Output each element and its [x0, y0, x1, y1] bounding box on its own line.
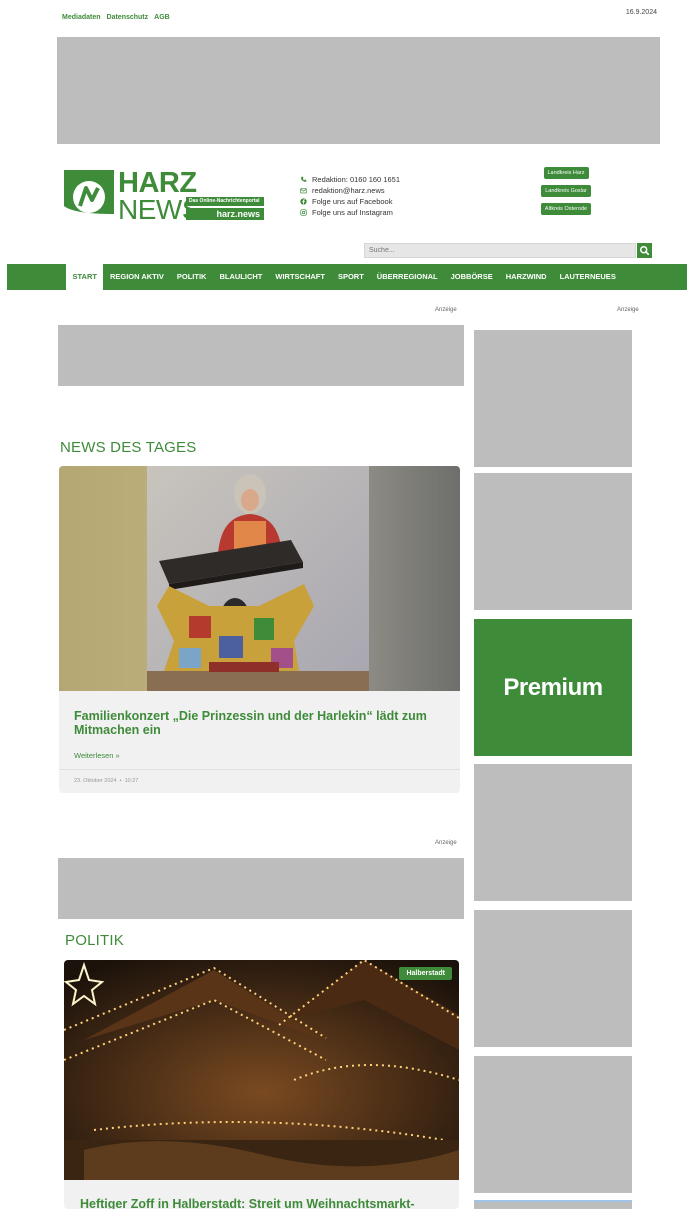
mail-icon [300, 188, 307, 194]
top-ad-banner[interactable] [57, 37, 660, 144]
sidebar-ad-label: Anzeige [617, 307, 639, 313]
nav-item-jobboerse[interactable]: JOBBÖRSE [444, 264, 499, 290]
read-more-link[interactable]: Weiterlesen » [74, 751, 120, 760]
facebook-icon [300, 198, 307, 205]
premium-banner[interactable]: Premium [474, 619, 632, 756]
nav-item-blaulicht[interactable]: BLAULICHT [213, 264, 269, 290]
contact-list: Redaktion: 0160 160 1651 redaktion@harz.… [300, 174, 400, 218]
ad-label-2: Anzeige [435, 840, 457, 846]
location-badge[interactable]: Halberstadt [399, 967, 452, 980]
contact-instagram[interactable]: Folge uns auf Instagram [300, 207, 400, 218]
featured-article-title[interactable]: Familienkonzert „Die Prinzessin und der … [74, 709, 439, 737]
main-nav: START REGION AKTIV POLITIK BLAULICHT WIR… [7, 264, 687, 290]
section-title-politik: POLITIK [65, 932, 124, 949]
sidebar-ad-4[interactable] [474, 910, 632, 1047]
featured-article-card[interactable]: Familienkonzert „Die Prinzessin und der … [59, 466, 460, 793]
sidebar-ad-5[interactable] [474, 1056, 632, 1193]
search-icon [639, 245, 650, 256]
sidebar-ad-6[interactable] [474, 1200, 632, 1209]
politik-article-card[interactable]: Halberstadt Heftiger Zoff in Halberstadt… [64, 960, 459, 1209]
nav-item-sport[interactable]: SPORT [331, 264, 370, 290]
agb-link[interactable]: AGB [154, 14, 170, 21]
region-button-osterode[interactable]: Altkreis Osterode [540, 203, 592, 215]
article-date: 23. Oktober 2024 [74, 778, 117, 784]
top-links: Mediadaten Datenschutz AGB [62, 14, 170, 21]
mediadaten-link[interactable]: Mediadaten [62, 14, 101, 21]
logo-tagline: Das Online-Nachrichtenportal [186, 197, 264, 206]
region-button-goslar[interactable]: Landkreis Goslar [541, 185, 591, 197]
contact-facebook-text: Folge uns auf Facebook [312, 197, 393, 206]
nav-item-lauterneues[interactable]: LAUTERNEUES [553, 264, 622, 290]
nav-item-region-aktiv[interactable]: REGION AKTIV [103, 264, 170, 290]
nav-item-harzwind[interactable]: HARZWIND [499, 264, 553, 290]
politik-article-image[interactable] [64, 960, 459, 1180]
search-input[interactable] [364, 243, 636, 258]
instagram-icon [300, 209, 307, 216]
nav-item-start[interactable]: START [66, 264, 104, 290]
site-logo[interactable]: HARZ NEWS Das Online-Nachrichtenportal h… [64, 167, 264, 225]
datenschutz-link[interactable]: Datenschutz [107, 14, 149, 21]
section-title-news-des-tages: NEWS DES TAGES [60, 439, 197, 456]
contact-mail-text: redaktion@harz.news [312, 186, 385, 195]
contact-instagram-text: Folge uns auf Instagram [312, 208, 393, 217]
contact-facebook[interactable]: Folge uns auf Facebook [300, 196, 400, 207]
region-button-harz[interactable]: Landkreis Harz [543, 167, 589, 179]
nav-item-ueberregional[interactable]: ÜBERREGIONAL [370, 264, 444, 290]
nav-item-politik[interactable]: POLITIK [170, 264, 213, 290]
article-meta: 23. Oktober 2024 • 10:27 [74, 778, 138, 784]
sidebar-ad-1[interactable] [474, 330, 632, 467]
contact-mail[interactable]: redaktion@harz.news [300, 185, 400, 196]
contact-phone[interactable]: Redaktion: 0160 160 1651 [300, 174, 400, 185]
content-ad-2[interactable] [58, 858, 464, 919]
contact-phone-text: Redaktion: 0160 160 1651 [312, 175, 400, 184]
content-ad-1[interactable] [58, 325, 464, 386]
search-bar [364, 243, 652, 258]
search-button[interactable] [637, 243, 652, 258]
sidebar-ad-3[interactable] [474, 764, 632, 901]
ad-label: Anzeige [435, 307, 457, 313]
card-divider [59, 769, 460, 770]
phone-icon [301, 176, 307, 182]
region-buttons: Landkreis Harz Landkreis Goslar Altkreis… [535, 167, 597, 215]
nav-item-wirtschaft[interactable]: WIRTSCHAFT [269, 264, 332, 290]
meta-separator: • [119, 778, 122, 784]
current-date: 16.9.2024 [625, 9, 657, 16]
politik-article-title[interactable]: Heftiger Zoff in Halberstadt: Streit um … [80, 1197, 450, 1209]
sidebar-ad-2[interactable] [474, 473, 632, 610]
featured-article-image[interactable] [59, 466, 460, 691]
article-time: 10:27 [124, 778, 139, 784]
logo-mark-icon [64, 170, 114, 220]
logo-url: harz.news [186, 208, 264, 220]
